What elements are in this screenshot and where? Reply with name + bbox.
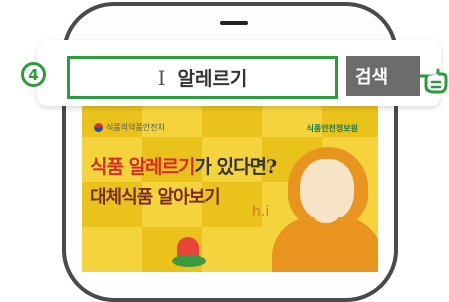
pointing-hand-icon (418, 68, 448, 94)
ministry-name: 식품의약품안전처 (106, 123, 165, 132)
institute-logo: 식품안전정보원 (306, 124, 358, 133)
woman-illustration-hand (312, 197, 340, 223)
step-number-badge: 4 (21, 62, 46, 87)
phone-speaker (220, 21, 248, 25)
banner-headline: 식품 알레르기가 있다면? (90, 152, 278, 179)
banner-subhead: 대체식품 알아보기 (90, 187, 221, 208)
sneeze-text: h.i (252, 204, 270, 220)
text-cursor-icon: I (157, 65, 166, 90)
woman-illustration-body (272, 217, 378, 272)
banner-image: 식품의약품안전처 식품안전정보원 식품 알레르기가 있다면? 대체식품 알아보기… (82, 97, 378, 272)
headline-rest: 가 있다면? (194, 156, 278, 178)
ministry-logo: 식품의약품안전처 (94, 122, 165, 133)
taegeuk-icon (94, 123, 103, 132)
search-button[interactable]: 검색 (346, 56, 420, 96)
search-input[interactable]: I 알레르기 (67, 56, 338, 99)
search-query-text: 알레르기 (177, 68, 248, 90)
headline-highlight: 식품 알레르기 (90, 156, 195, 178)
flower-leaf-illustration (172, 255, 206, 267)
